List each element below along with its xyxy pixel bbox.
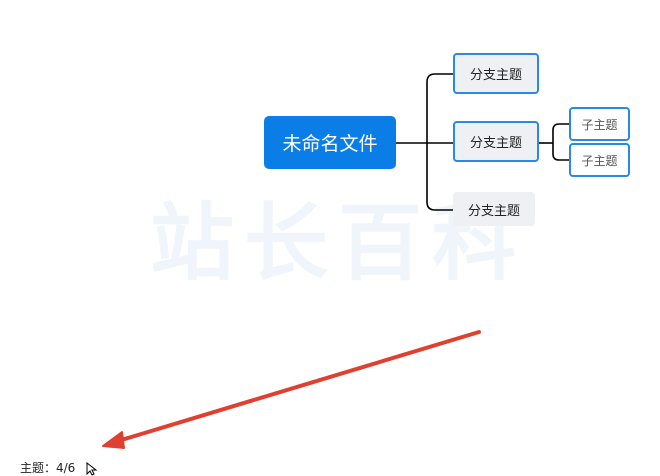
topic-count: 主题：4/6 [20,461,76,475]
annotation-arrow [102,330,481,449]
mindmap-canvas[interactable]: 站长百科 未命名文件 分支主题 分支主题 分支主题 子主题 子主题 [0,0,660,476]
mouse-pointer-icon [86,462,98,476]
status-bar: 主题：4/6 [0,456,660,476]
